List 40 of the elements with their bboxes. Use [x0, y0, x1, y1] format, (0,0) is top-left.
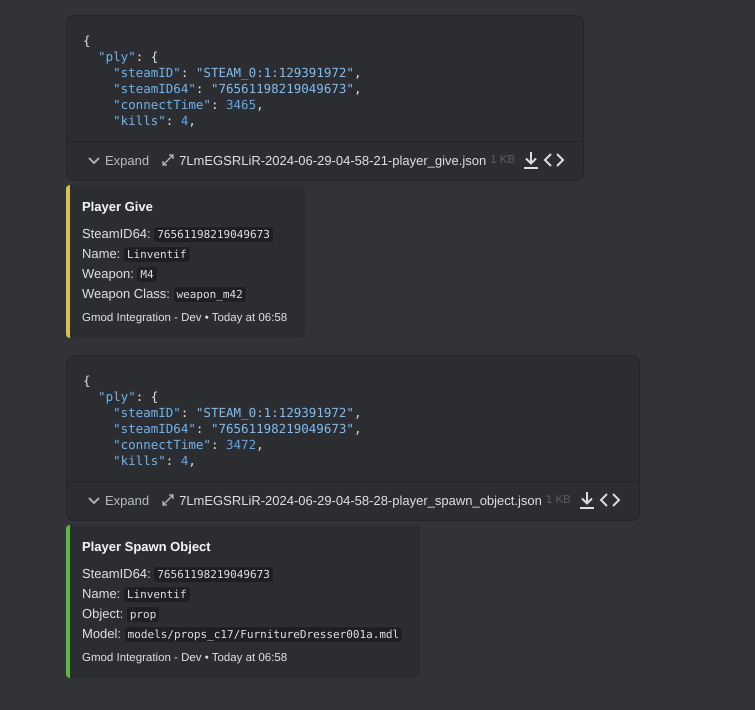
code-value: 76561198219049673: [154, 227, 273, 242]
code-line: "steamID": "STEAM_0:1:129391972",: [112, 65, 362, 81]
embed-footer: Gmod Integration - Dev • Today at 06:58: [82, 652, 402, 664]
embed-title: Player Give: [82, 199, 154, 214]
code-line: "ply": {: [97, 49, 160, 65]
code-line: "connectTime": 3472,: [112, 437, 265, 453]
embed-footer: Gmod Integration - Dev • Today at 06:58: [82, 312, 288, 324]
code-line: {: [83, 33, 92, 49]
expand-button[interactable]: Expand: [87, 492, 150, 508]
field-label: Name:: [82, 586, 120, 601]
code-line: "ply": {: [97, 389, 160, 405]
code-line: "kills": 4,: [112, 113, 197, 129]
field-label: Model:: [82, 626, 122, 641]
field-label: Weapon Class:: [82, 286, 170, 301]
code-line: "steamID64": "76561198219049673",: [112, 81, 362, 97]
code-line: {: [83, 373, 92, 389]
field-label: Weapon:: [82, 266, 134, 281]
field-label: Name:: [82, 246, 120, 261]
code-icon[interactable]: [543, 151, 566, 169]
file-name-link[interactable]: 7LmEGSRLiR-2024-06-29-04-58-21-player_give.json: [179, 152, 486, 168]
expand-arrows-icon[interactable]: [161, 493, 176, 507]
embed-title: Player Spawn Object: [82, 539, 212, 554]
code-value: weapon_m42: [174, 287, 246, 302]
code-icon[interactable]: [598, 491, 621, 509]
code-value: 76561198219049673: [154, 567, 273, 582]
file-name-link[interactable]: 7LmEGSRLiR-2024-06-29-04-58-28-player_spawn_object.json: [179, 492, 542, 508]
code-line: "connectTime": 3465,: [112, 97, 265, 113]
field-label: SteamID64:: [82, 226, 151, 241]
code-value: Linventif: [124, 587, 190, 602]
code-value: models/props_c17/FurnitureDresser001a.mdl: [124, 627, 402, 642]
code-line: "kills": 4,: [112, 453, 197, 469]
code-value: M4: [137, 267, 157, 282]
code-value: prop: [126, 607, 160, 622]
expand-arrows-icon[interactable]: [161, 153, 176, 167]
field-label: Object:: [82, 606, 124, 621]
code-line: "steamID": "STEAM_0:1:129391972",: [112, 405, 362, 421]
code-line: "steamID64": "76561198219049673",: [112, 421, 362, 437]
field-label: SteamID64:: [82, 566, 151, 581]
code-value: Linventif: [124, 247, 190, 262]
expand-button[interactable]: Expand: [87, 152, 150, 168]
